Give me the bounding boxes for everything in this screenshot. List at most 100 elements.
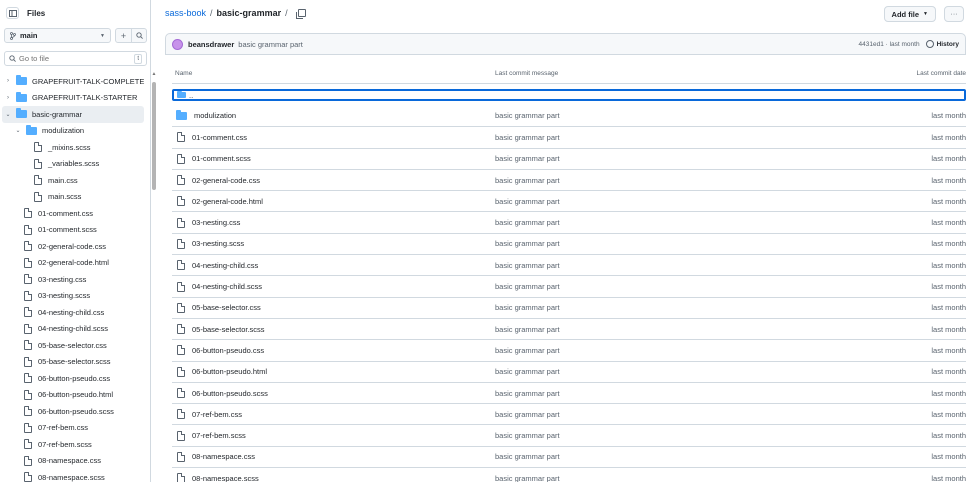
tree-item[interactable]: › GRAPEFRUIT-TALK-STARTER — [0, 90, 148, 107]
file-name-link[interactable]: 07-ref-bem.css — [192, 410, 242, 419]
commit-message-link[interactable]: basic grammar part — [495, 176, 846, 185]
parent-directory-row[interactable]: .. — [172, 89, 966, 101]
copy-path-icon[interactable] — [295, 9, 306, 19]
tree-item[interactable]: 06-button-pseudo.css — [0, 370, 148, 387]
avatar[interactable] — [172, 38, 183, 50]
commit-message-link[interactable]: basic grammar part — [495, 303, 846, 312]
chevron-down-icon[interactable]: ⌄ — [14, 127, 22, 134]
commit-message-link[interactable]: basic grammar part — [495, 346, 846, 355]
table-row[interactable]: 07-ref-bem.scss basic grammar part last mo… — [172, 424, 966, 445]
table-row[interactable]: 03-nesting.css basic grammar part last mon… — [172, 211, 966, 232]
commit-hash-time[interactable]: 4431ed1 · last month — [859, 41, 920, 48]
file-name-link[interactable]: 01-comment.scss — [192, 154, 251, 163]
file-name-link[interactable]: 03-nesting.scss — [192, 239, 244, 248]
tree-item[interactable]: main.scss — [0, 189, 148, 206]
commit-message-link[interactable]: basic grammar part — [495, 431, 846, 440]
add-file-icon[interactable]: + — [116, 29, 131, 42]
breadcrumb-repo-link[interactable]: sass-book — [165, 8, 206, 18]
table-row[interactable]: 07-ref-bem.css basic grammar part last mon… — [172, 403, 966, 424]
file-name-link[interactable]: 06-button-pseudo.scss — [192, 389, 268, 398]
tree-item[interactable]: 03-nesting.scss — [0, 288, 148, 305]
chevron-down-icon[interactable]: ⌄ — [4, 111, 12, 118]
table-row[interactable]: 01-comment.css basic grammar part last mon… — [172, 126, 966, 147]
file-name-link[interactable]: 02-general-code.html — [192, 197, 263, 206]
commit-message-link[interactable]: basic grammar part — [495, 111, 846, 120]
commit-message-link[interactable]: basic grammar part — [495, 218, 846, 227]
scroll-up-arrow-icon[interactable]: ▲ — [151, 71, 157, 77]
table-row[interactable]: 06-button-pseudo.html basic grammar part l… — [172, 360, 966, 382]
commit-message-link[interactable]: basic grammar part — [495, 325, 846, 334]
file-name-link[interactable]: 04-nesting-child.scss — [192, 282, 262, 291]
commit-message-link[interactable]: basic grammar part — [495, 239, 846, 248]
tree-item[interactable]: _mixins.scss — [0, 139, 148, 156]
tree-item[interactable]: 01-comment.scss — [0, 222, 148, 239]
table-row[interactable]: 05-base-selector.css basic grammar part la… — [172, 296, 966, 318]
file-name-link[interactable]: 08-namespace.css — [192, 452, 255, 461]
tree-item[interactable]: 05-base-selector.css — [0, 337, 148, 354]
file-name-link[interactable]: 07-ref-bem.scss — [192, 431, 246, 440]
commit-message[interactable]: basic grammar part — [238, 40, 303, 49]
tree-item[interactable]: 06-button-pseudo.html — [0, 387, 148, 404]
tree-item[interactable]: 03-nesting.css — [0, 271, 148, 288]
tree-item[interactable]: ⌄ basic-grammar — [2, 106, 144, 123]
file-name-link[interactable]: 03-nesting.css — [192, 218, 240, 227]
tree-item[interactable]: 01-comment.css — [0, 205, 148, 222]
tree-item[interactable]: 05-base-selector.scss — [0, 354, 148, 371]
tree-item[interactable]: _variables.scss — [0, 156, 148, 173]
add-file-button[interactable]: Add file ▼ — [883, 6, 936, 22]
table-row[interactable]: 02-general-code.css basic grammar part las… — [172, 168, 966, 190]
tree-item[interactable]: 02-general-code.html — [0, 255, 148, 272]
tree-item[interactable]: 08-namespace.scss — [0, 469, 148, 482]
tree-item[interactable]: 07-ref-bem.scss — [0, 436, 148, 453]
sidebar-toggle-button[interactable] — [6, 7, 19, 19]
file-name-link[interactable]: 02-general-code.css — [192, 176, 260, 185]
branch-selector[interactable]: main ▼ — [4, 28, 111, 43]
more-options-button[interactable]: ··· — [944, 6, 964, 22]
table-row[interactable]: 04-nesting-child.scss basic grammar part l… — [172, 275, 966, 296]
file-name-link[interactable]: 06-button-pseudo.html — [192, 367, 267, 376]
tree-item[interactable]: 08-namespace.css — [0, 453, 148, 470]
tree-item[interactable]: 02-general-code.css — [0, 238, 148, 255]
chevron-right-icon[interactable]: › — [4, 78, 12, 84]
file-name-link[interactable]: 04-nesting-child.css — [192, 261, 258, 270]
table-row[interactable]: 01-comment.scss basic grammar part last mo… — [172, 147, 966, 169]
table-row[interactable]: 06-button-pseudo.scss basic grammar part l… — [172, 381, 966, 403]
commit-message-link[interactable]: basic grammar part — [495, 261, 846, 270]
table-row[interactable]: 03-nesting.scss basic grammar part last mo… — [172, 232, 966, 254]
commit-message-link[interactable]: basic grammar part — [495, 133, 846, 142]
commit-message-link[interactable]: basic grammar part — [495, 154, 846, 163]
table-row[interactable]: 06-button-pseudo.css basic grammar part la… — [172, 339, 966, 360]
commit-message-link[interactable]: basic grammar part — [495, 474, 846, 482]
tree-item[interactable]: 04-nesting-child.scss — [0, 321, 148, 338]
history-button[interactable]: History — [925, 40, 959, 48]
tree-item[interactable]: 07-ref-bem.css — [0, 420, 148, 437]
commit-message-link[interactable]: basic grammar part — [495, 282, 846, 291]
table-row[interactable]: 04-nesting-child.css basic grammar part la… — [172, 254, 966, 275]
commit-author[interactable]: beansdrawer — [188, 40, 234, 49]
file-name-link[interactable]: 06-button-pseudo.css — [192, 346, 264, 355]
tree-item[interactable]: 04-nesting-child.css — [0, 304, 148, 321]
file-name-link[interactable]: 05-base-selector.scss — [192, 325, 265, 334]
file-name-link[interactable]: 05-base-selector.css — [192, 303, 261, 312]
table-row[interactable]: 08-namespace.css basic grammar part last m… — [172, 445, 966, 467]
table-row[interactable]: 02-general-code.html basic grammar part la… — [172, 190, 966, 211]
go-to-file-input[interactable] — [19, 54, 129, 63]
table-row[interactable]: 05-base-selector.scss basic grammar part l… — [172, 317, 966, 339]
file-name-link[interactable]: 01-comment.css — [192, 133, 247, 142]
search-icon[interactable] — [131, 29, 146, 42]
commit-message-link[interactable]: basic grammar part — [495, 452, 846, 461]
table-row[interactable]: 08-namespace.scss basic grammar part last … — [172, 467, 966, 482]
file-name-link[interactable]: 08-namespace.scss — [192, 474, 259, 482]
tree-item[interactable]: › GRAPEFRUIT-TALK-COMPLETE — [0, 73, 148, 90]
file-name-link[interactable]: modulization — [194, 111, 236, 120]
table-row[interactable]: modulization basic grammar part last month — [172, 105, 966, 126]
commit-message-link[interactable]: basic grammar part — [495, 410, 846, 419]
go-to-file-field[interactable]: t — [4, 51, 147, 66]
commit-message-link[interactable]: basic grammar part — [495, 389, 846, 398]
chevron-right-icon[interactable]: › — [4, 95, 12, 101]
sidebar-scrollbar[interactable] — [152, 82, 156, 190]
tree-item[interactable]: main.css — [0, 172, 148, 189]
tree-item[interactable]: ⌄ modulization — [0, 123, 148, 140]
commit-message-link[interactable]: basic grammar part — [495, 197, 846, 206]
tree-item[interactable]: 06-button-pseudo.scss — [0, 403, 148, 420]
